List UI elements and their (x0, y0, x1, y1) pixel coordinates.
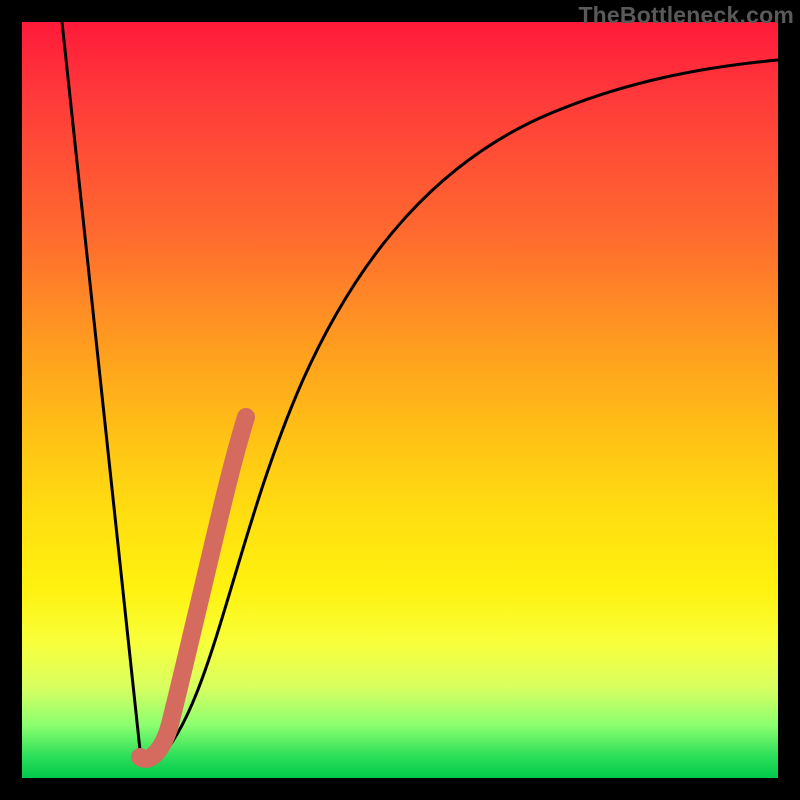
plot-area (22, 22, 778, 778)
watermark-text: TheBottleneck.com (578, 2, 794, 29)
chart-frame: TheBottleneck.com (0, 0, 800, 800)
highlight-hook (140, 728, 169, 759)
bottleneck-curve (62, 22, 778, 765)
chart-svg (22, 22, 778, 778)
